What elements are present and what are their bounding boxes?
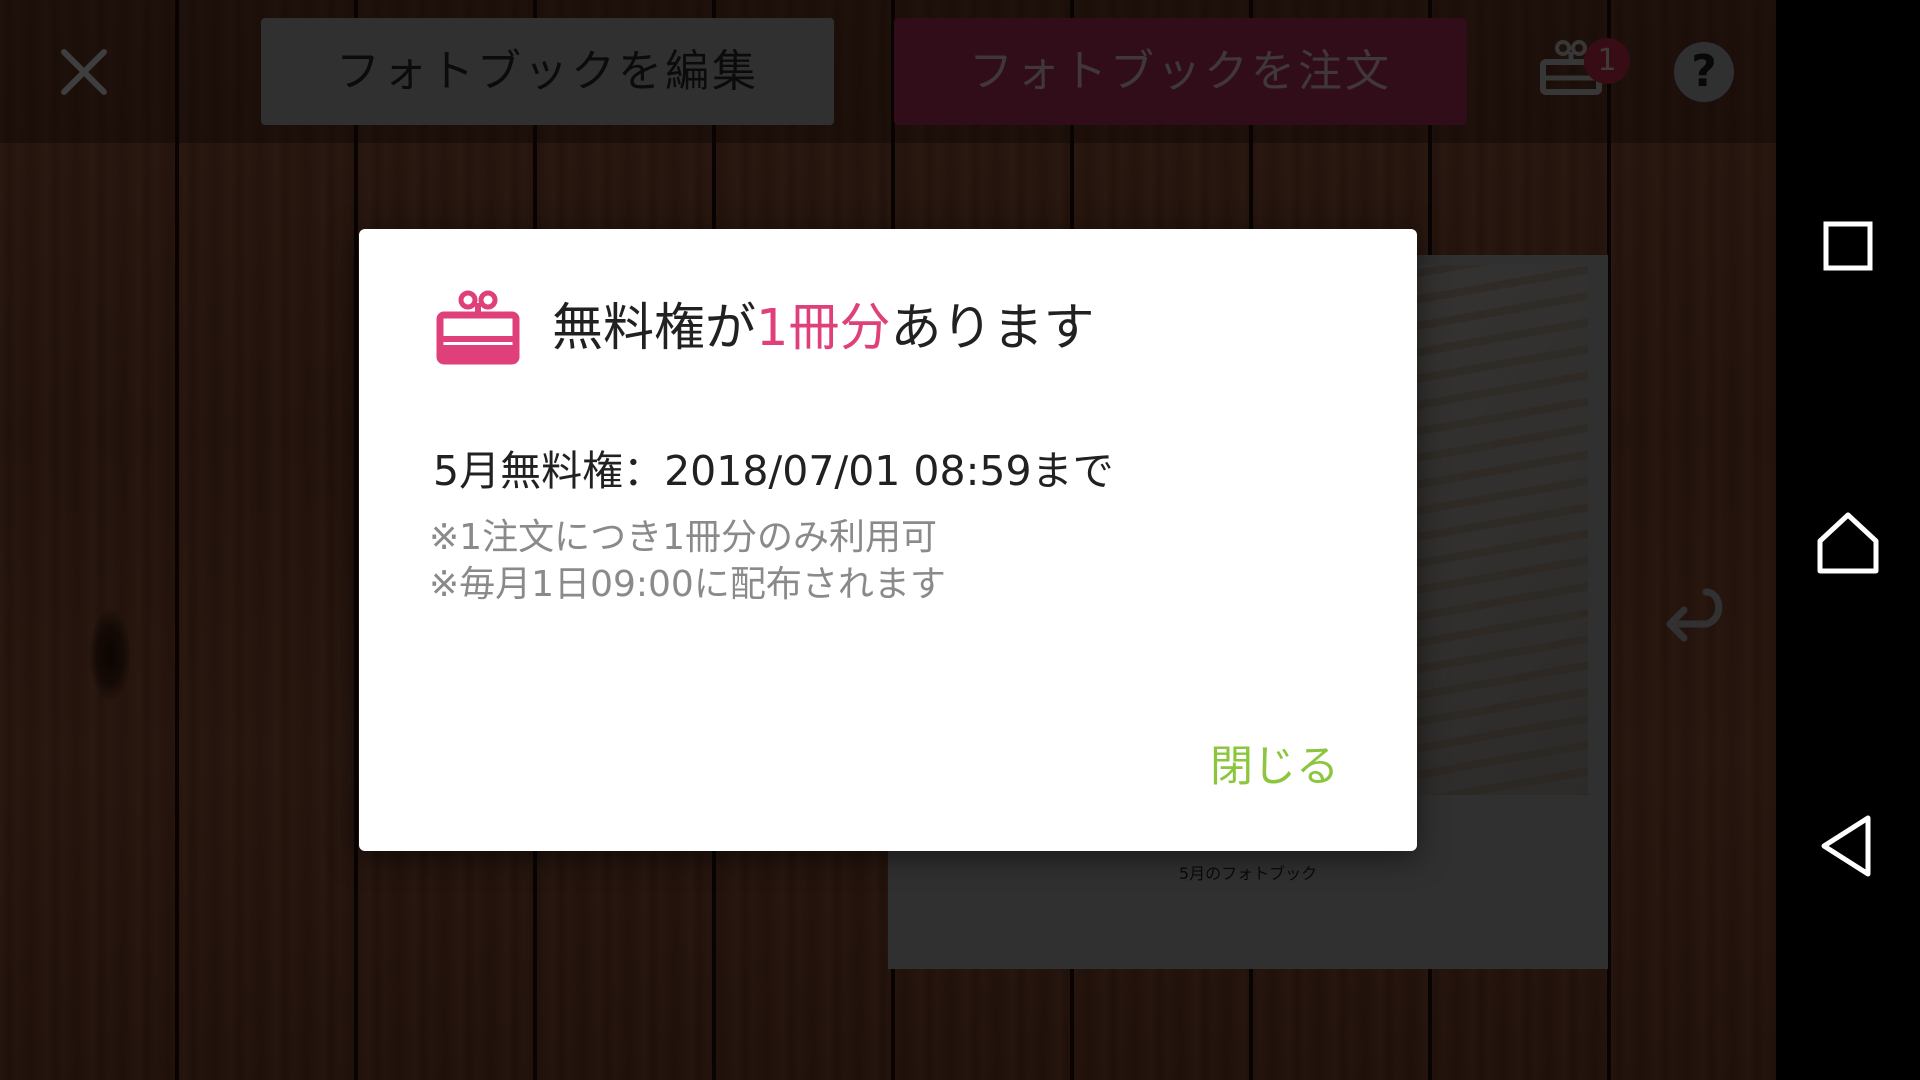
wood-knot [90, 610, 130, 700]
back-triangle-icon[interactable] [1810, 808, 1886, 884]
free-coupon-dialog: 無料権が1冊分あります 5月無料権：2018/07/01 08:59まで ※1注… [359, 229, 1417, 851]
gift-icon [436, 290, 520, 365]
gift-badge-count: 1 [1584, 38, 1630, 84]
screen: フォトブックを編集 フォトブックを注文 1 ? 5月のフォトブック 無料権が1冊… [0, 0, 1920, 1080]
dialog-title-prefix: 無料権が [552, 299, 757, 358]
close-icon[interactable] [58, 46, 110, 98]
home-icon[interactable] [1810, 505, 1886, 581]
dialog-title: 無料権が1冊分あります [552, 297, 1094, 361]
rotate-back-icon[interactable] [1650, 570, 1730, 650]
help-icon[interactable]: ? [1674, 42, 1734, 102]
square-icon[interactable] [1810, 208, 1886, 284]
android-nav-bar [1776, 0, 1920, 1080]
close-dialog-button[interactable]: 閉じる [1204, 739, 1345, 795]
usage-note-1: ※1注文につき1冊分のみ利用可 [429, 517, 937, 558]
edit-photobook-button[interactable]: フォトブックを編集 [261, 18, 834, 125]
photobook-caption: 5月のフォトブック [1178, 864, 1318, 883]
coupon-expiry-text: 5月無料権：2018/07/01 08:59まで [433, 447, 1114, 495]
usage-note-2: ※毎月1日09:00に配布されます [429, 564, 946, 605]
dialog-title-highlight: 1冊分 [756, 299, 891, 358]
order-photobook-button[interactable]: フォトブックを注文 [894, 18, 1467, 125]
top-toolbar: フォトブックを編集 フォトブックを注文 1 ? [0, 0, 1776, 143]
dialog-title-suffix: あります [890, 299, 1095, 358]
